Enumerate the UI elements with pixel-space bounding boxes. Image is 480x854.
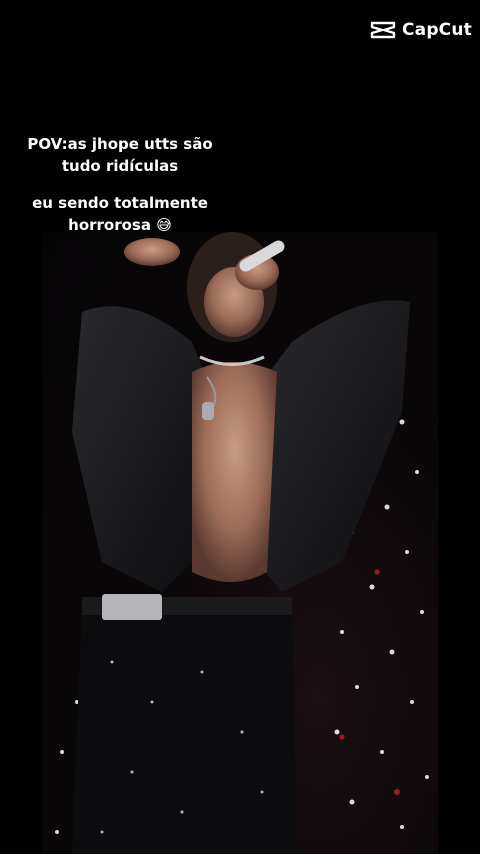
caption-pov: POV:as jhope utts são tudo ridículas xyxy=(0,133,240,177)
caption-line: tudo ridículas xyxy=(61,157,179,175)
caption-line: horrorosa 😅 xyxy=(68,216,172,234)
capcut-watermark: CapCut xyxy=(370,20,472,40)
performer-photo xyxy=(42,232,438,854)
video-frame: CapCut POV:as jhope utts são tudo ridícu… xyxy=(0,0,480,854)
caption-self: eu sendo totalmente horrorosa 😅 xyxy=(0,192,240,236)
concert-scene xyxy=(55,232,429,854)
capcut-logo-icon xyxy=(370,20,396,40)
caption-line: POV:as jhope utts são xyxy=(27,135,213,153)
capcut-brand-text: CapCut xyxy=(401,20,472,40)
caption-line: eu sendo totalmente xyxy=(32,194,208,212)
